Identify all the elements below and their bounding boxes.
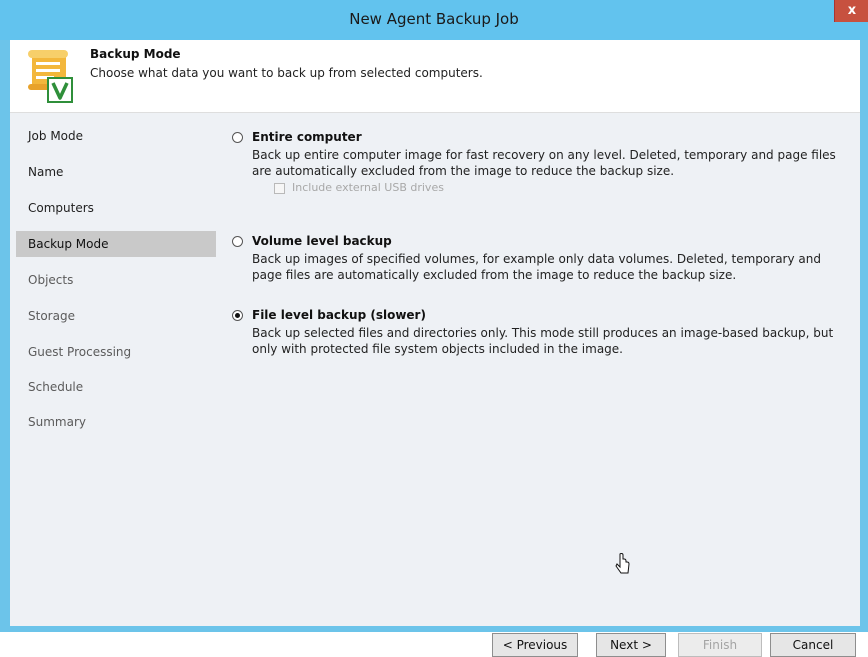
option-title: Entire computer [252, 130, 362, 144]
sidebar-item-objects[interactable]: Objects [16, 267, 216, 293]
sidebar-item-label: Objects [28, 273, 74, 287]
option-description: Back up selected files and directories o… [252, 326, 834, 356]
wizard-window: New Agent Backup Job x Backup Mode Choos… [0, 0, 868, 657]
sidebar-item-summary[interactable]: Summary [16, 409, 216, 435]
step-description: Choose what data you want to back up fro… [90, 66, 483, 80]
sidebar-item-schedule[interactable]: Schedule [16, 374, 216, 400]
step-title: Backup Mode [90, 47, 181, 61]
step-sidebar: Job Mode Name Computers Backup Mode Obje… [10, 113, 216, 626]
title-bar: New Agent Backup Job x [0, 0, 868, 40]
sidebar-item-label: Schedule [28, 380, 84, 394]
wizard-client-area: Backup Mode Choose what data you want to… [10, 40, 860, 657]
file-level-radio[interactable] [232, 310, 243, 321]
cancel-button[interactable]: Cancel [770, 633, 856, 657]
entire-computer-radio[interactable] [232, 132, 243, 143]
sidebar-item-label: Computers [28, 201, 94, 215]
sidebar-item-label: Summary [28, 415, 86, 429]
sidebar-item-label: Guest Processing [28, 345, 132, 359]
volume-level-radio[interactable] [232, 236, 243, 247]
backup-scroll-icon [28, 50, 73, 103]
sidebar-item-label: Backup Mode [28, 237, 109, 251]
include-usb-label: Include external USB drives [292, 181, 444, 194]
mouse-cursor-icon [615, 552, 630, 574]
step-header: Backup Mode Choose what data you want to… [10, 40, 860, 113]
option-title: File level backup (slower) [252, 308, 426, 322]
option-description: Back up entire computer image for fast r… [252, 148, 836, 178]
sidebar-item-label: Name [28, 165, 64, 179]
next-button[interactable]: Next > [596, 633, 666, 657]
option-volume-level: Volume level backup Back up images of sp… [232, 234, 852, 285]
close-button[interactable]: x [834, 0, 868, 22]
wizard-body: Job Mode Name Computers Backup Mode Obje… [10, 113, 860, 657]
window-title: New Agent Backup Job [349, 10, 519, 28]
previous-button[interactable]: < Previous [492, 633, 578, 657]
sidebar-item-name[interactable]: Name [16, 159, 216, 185]
option-description: Back up images of specified volumes, for… [252, 252, 821, 282]
sidebar-item-backup-mode[interactable]: Backup Mode [16, 231, 216, 257]
option-file-level: File level backup (slower) Back up selec… [232, 308, 852, 359]
option-title: Volume level backup [252, 234, 392, 248]
option-entire-computer: Entire computer Back up entire computer … [232, 130, 852, 211]
finish-button[interactable]: Finish [678, 633, 762, 657]
sidebar-item-storage[interactable]: Storage [16, 303, 216, 329]
sidebar-item-label: Job Mode [28, 129, 84, 143]
sidebar-item-label: Storage [28, 309, 75, 323]
sidebar-item-computers[interactable]: Computers [16, 195, 216, 221]
sidebar-item-guest-processing[interactable]: Guest Processing [16, 339, 216, 365]
sidebar-item-job-mode[interactable]: Job Mode [16, 123, 216, 149]
include-usb-checkbox[interactable] [274, 183, 285, 194]
